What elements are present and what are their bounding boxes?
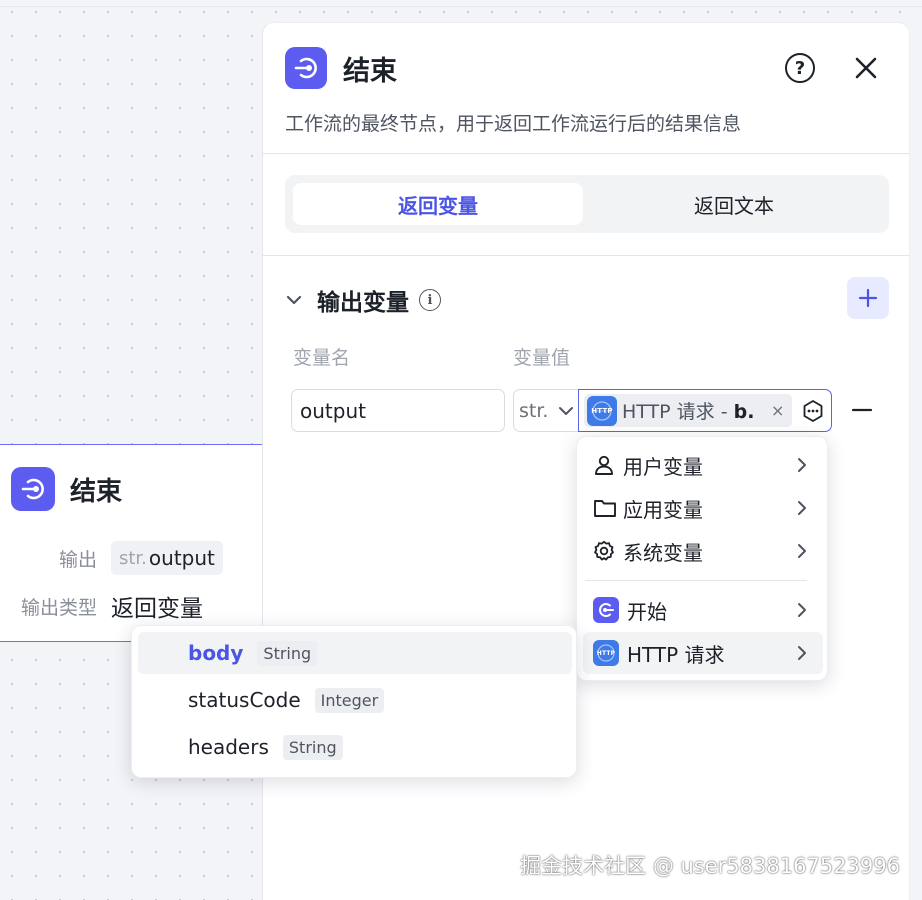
submenu-item-statuscode[interactable]: statusCode Integer: [138, 679, 572, 721]
chevron-down-icon[interactable]: [285, 291, 303, 309]
chevron-right-icon: [798, 458, 806, 472]
help-icon[interactable]: ?: [785, 53, 815, 83]
chip-node-name: HTTP 请求 -: [622, 401, 734, 423]
http-node-icon: HTTP: [587, 395, 617, 426]
chevron-right-icon: [798, 603, 806, 617]
column-header-name: 变量名: [293, 347, 351, 369]
tab-return-text[interactable]: 返回文本: [589, 183, 879, 225]
chip-remove-icon[interactable]: ×: [771, 401, 784, 420]
info-icon[interactable]: i: [419, 289, 441, 311]
node-title: 结束: [70, 476, 123, 507]
return-mode-tabs: 返回变量 返回文本: [285, 175, 889, 233]
submenu-item-headers[interactable]: headers String: [138, 726, 572, 768]
menu-item-start-node[interactable]: 开始: [583, 589, 823, 631]
field-name: body: [188, 641, 244, 665]
watermark: 掘金技术社区 @ user5838167523996: [520, 854, 900, 878]
variable-type-value: str.: [519, 399, 549, 422]
http-icon-text: HTTP: [591, 406, 613, 415]
panel-description: 工作流的最终节点，用于返回工作流运行后的结果信息: [285, 113, 742, 135]
end-node-icon: [11, 467, 55, 511]
chevron-right-icon: [798, 501, 806, 515]
tabs-divider: [263, 255, 909, 256]
type-prefix: str.: [119, 547, 147, 569]
output-variables-section: 输出变量 i: [285, 283, 441, 317]
variable-type-select[interactable]: str.: [513, 389, 579, 432]
chevron-down-icon: [559, 406, 574, 415]
node-output-chip: str. output: [111, 541, 223, 575]
menu-item-system-variables[interactable]: 系统变量: [583, 530, 823, 572]
variable-source-menu: 用户变量 应用变量 系统变量 开始 HTTP HTTP 请求: [576, 436, 828, 681]
column-header-value: 变量值: [513, 347, 571, 369]
panel-title: 结束: [343, 55, 397, 87]
chip-field-name: b.: [733, 401, 755, 423]
variable-value-field[interactable]: HTTP HTTP 请求 - b. ×: [578, 389, 832, 432]
chevron-right-icon: [798, 544, 806, 558]
node-output-type-row: 输出类型 返回变量: [11, 589, 203, 623]
node-output-label: 输出: [58, 548, 97, 571]
tab-return-variable[interactable]: 返回变量: [293, 183, 583, 225]
output-name: output: [148, 546, 215, 570]
node-header: 结束: [11, 467, 122, 511]
start-node-icon: [593, 597, 619, 623]
http-icon-text: HTTP: [596, 649, 616, 657]
user-icon: [595, 455, 613, 475]
remove-variable-icon[interactable]: [851, 399, 873, 421]
variable-name-input[interactable]: output: [291, 389, 505, 432]
end-node-icon: [285, 47, 327, 89]
field-name: statusCode: [188, 688, 301, 712]
menu-item-label: 开始: [627, 599, 667, 624]
submenu-item-body[interactable]: body String: [138, 632, 572, 674]
field-type-badge: Integer: [314, 687, 385, 713]
field-type-badge: String: [282, 734, 343, 760]
close-icon[interactable]: [851, 53, 881, 83]
plus-icon: [858, 288, 878, 308]
menu-item-label: 应用变量: [623, 497, 703, 522]
menu-item-label: 用户变量: [623, 454, 703, 479]
panel-header: 结束: [285, 47, 397, 89]
variable-picker-icon[interactable]: [801, 399, 825, 423]
http-fields-submenu: body String statusCode Integer headers S…: [131, 625, 577, 778]
variable-reference-chip[interactable]: HTTP HTTP 请求 - b. ×: [584, 394, 792, 427]
node-output-type-label: 输出类型: [20, 596, 97, 619]
canvas-top-border: [0, 6, 922, 7]
section-title: 输出变量: [317, 290, 409, 316]
chevron-right-icon: [798, 646, 806, 660]
menu-item-http-node[interactable]: HTTP HTTP 请求: [583, 632, 823, 674]
menu-item-label: HTTP 请求: [627, 642, 725, 667]
menu-divider: [585, 580, 807, 581]
canvas-end-node[interactable]: 结束 输出 str. output 输出类型 返回变量: [0, 444, 264, 642]
field-name: headers: [188, 735, 269, 759]
chip-label: HTTP 请求 - b.: [622, 397, 768, 424]
menu-item-label: 系统变量: [623, 540, 703, 565]
node-output-type-value: 返回变量: [111, 596, 203, 622]
menu-item-user-variables[interactable]: 用户变量: [583, 444, 823, 486]
add-variable-button[interactable]: [847, 277, 889, 319]
http-node-icon: HTTP: [593, 640, 619, 666]
field-type-badge: String: [257, 640, 318, 666]
menu-item-app-variables[interactable]: 应用变量: [583, 487, 823, 529]
header-divider: [263, 153, 909, 154]
gear-icon: [594, 540, 614, 561]
node-output-row: 输出 str. output: [23, 541, 223, 575]
folder-icon: [594, 500, 616, 517]
